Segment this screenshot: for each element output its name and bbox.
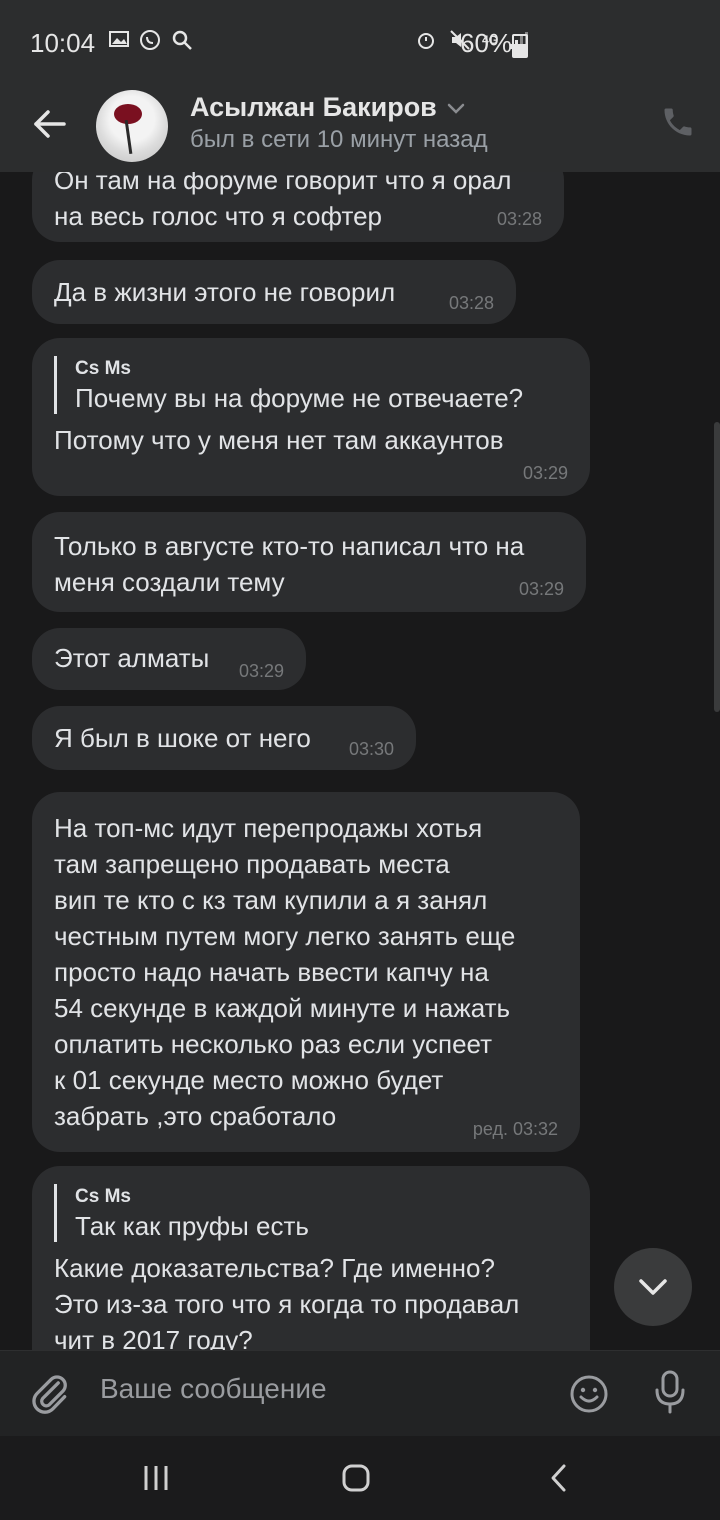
reply-text: Так как пруфы есть (75, 1211, 309, 1241)
reply-quote[interactable]: Cs Ms Почему вы на форуме не отвечаете? (54, 356, 568, 414)
back-nav-icon[interactable] (540, 1458, 580, 1498)
recents-icon[interactable] (136, 1458, 176, 1498)
message-bubble[interactable]: Только в августе кто-то написал что на м… (32, 512, 586, 612)
message-bubble[interactable]: Cs Ms Почему вы на форуме не отвечаете? … (32, 338, 590, 496)
contact-name[interactable]: Асылжан Бакиров (190, 92, 437, 123)
message-text: Я был в шоке от него (54, 723, 311, 753)
message-time: 03:28 (496, 209, 542, 229)
message-time: 03:28 (448, 293, 494, 313)
chat-header: Асылжан Бакиров был в сети 10 минут наза… (0, 84, 720, 172)
message-bubble[interactable]: Да в жизни этого не говорил 03:28 (32, 260, 516, 324)
gallery-icon (109, 31, 129, 47)
battery-percent: 60% (460, 28, 513, 58)
back-arrow-icon[interactable] (28, 102, 72, 146)
attach-icon[interactable] (28, 1371, 72, 1415)
whatsapp-icon (140, 30, 160, 50)
message-text: Да в жизни этого не говорил (54, 277, 396, 307)
message-list[interactable]: Он там на форуме говорит что я орал на в… (0, 172, 720, 1350)
reply-author: Cs Ms (75, 1186, 131, 1207)
phone-icon[interactable] (660, 104, 696, 140)
message-time: 03:29 (522, 463, 568, 483)
reply-quote[interactable]: Cs Ms Так как пруфы есть (54, 1184, 568, 1242)
mic-icon[interactable] (652, 1369, 688, 1415)
message-bubble[interactable]: Я был в шоке от него 03:30 (32, 706, 416, 770)
message-time: 03:29 (238, 661, 284, 681)
home-icon[interactable] (336, 1458, 376, 1498)
message-text: Какие доказательства? Где именно? Это из… (54, 1253, 520, 1350)
message-input[interactable]: Ваше сообщение (100, 1373, 327, 1405)
emoji-icon[interactable] (568, 1373, 610, 1415)
message-bubble[interactable]: Этот алматы 03:29 (32, 628, 306, 690)
message-text: Он там на форуме говорит что я орал на в… (54, 172, 512, 231)
battery-icon (512, 34, 528, 58)
search-icon (172, 30, 192, 50)
alarm-icon (417, 33, 434, 49)
status-time: 10:04 (30, 28, 96, 58)
message-text: На топ-мс идут перепродажы хотья там зап… (54, 813, 516, 1131)
message-text: Потому что у меня нет там аккаунтов (54, 425, 504, 455)
scrollbar[interactable] (714, 422, 720, 712)
message-time: 03:30 (348, 739, 394, 759)
status-left-icons (108, 28, 194, 52)
message-text: Только в августе кто-то написал что на м… (54, 531, 525, 597)
status-bar: 10:04 4G 60% (0, 0, 720, 84)
message-bubble[interactable]: Он там на форуме говорит что я орал на в… (32, 172, 564, 242)
chevron-down-icon[interactable] (446, 102, 466, 116)
reply-author: Cs Ms (75, 358, 131, 379)
avatar[interactable] (96, 90, 168, 162)
reply-text: Почему вы на форуме не отвечаете? (75, 383, 524, 413)
system-navigation-bar (0, 1436, 720, 1520)
scroll-down-button[interactable] (614, 1248, 692, 1326)
message-time: 03:29 (518, 579, 564, 599)
message-bubble[interactable]: На топ-мс идут перепродажы хотья там зап… (32, 792, 580, 1152)
message-bubble[interactable]: Cs Ms Так как пруфы есть Какие доказател… (32, 1166, 590, 1350)
presence-status: был в сети 10 минут назад (190, 126, 488, 153)
message-composer: Ваше сообщение (0, 1350, 720, 1437)
message-time: ред. 03:32 (472, 1119, 558, 1139)
scroll-down-icon (639, 1279, 667, 1295)
